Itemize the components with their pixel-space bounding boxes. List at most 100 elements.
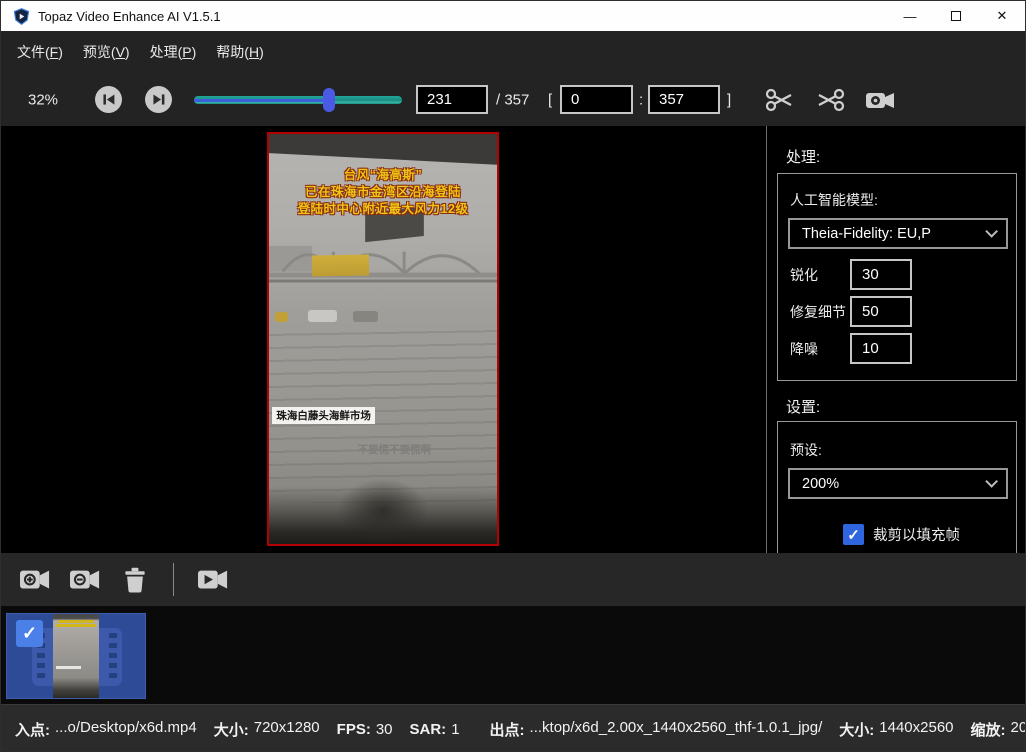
status-bar: 入点: ...o/Desktop/x6d.mp4 大小: 720x1280 FP… <box>1 704 1025 752</box>
status-fps-value: 30 <box>376 721 393 738</box>
denoise-input[interactable] <box>850 333 912 364</box>
total-frames-label: / 357 <box>496 91 529 108</box>
toolbar-divider <box>173 563 174 596</box>
status-out-point-value: ...ktop/x6d_2.00x_1440x2560_thf-1.0.1_jp… <box>530 719 823 740</box>
preset-label: 预设: <box>790 440 822 460</box>
video-thumbnail-selected[interactable]: ✓ <box>6 613 146 699</box>
status-output-size-label: 大小: <box>839 719 874 740</box>
menu-preview[interactable]: 预览(V) <box>81 38 132 66</box>
video-car <box>353 311 378 321</box>
remove-video-button[interactable] <box>69 565 101 595</box>
slider-handle[interactable] <box>323 88 335 112</box>
status-scale: 缩放: 200% <box>971 719 1026 740</box>
range-end-input[interactable] <box>648 85 720 114</box>
menu-help-mnemonic: H <box>249 44 259 60</box>
status-sar-value: 1 <box>451 721 459 738</box>
window-title: Topaz Video Enhance AI V1.5.1 <box>38 9 221 24</box>
video-yellow-sign <box>312 254 369 276</box>
video-location-caption: 珠海白藤头海鲜市场 <box>272 407 375 424</box>
thumb-caption-streak <box>56 666 81 669</box>
menu-file[interactable]: 文件(F) <box>15 38 65 66</box>
crop-to-fill-checkbox[interactable]: ✓ <box>843 524 864 545</box>
preset-dropdown[interactable]: 200% <box>788 468 1008 499</box>
title-bar: Topaz Video Enhance AI V1.5.1 — ✕ <box>1 1 1025 31</box>
sharpen-label: 锐化 <box>790 265 818 285</box>
skip-to-end-button[interactable] <box>145 86 172 113</box>
video-speech-caption: 不要慌不要慌啊 <box>269 442 497 457</box>
video-car <box>308 310 338 321</box>
status-input-size-value: 720x1280 <box>254 719 320 740</box>
crop-to-fill-row: ✓ 裁剪以填充帧 <box>843 524 960 545</box>
thumbnail-checkbox[interactable]: ✓ <box>16 620 43 647</box>
trim-right-button[interactable] <box>814 84 846 116</box>
status-sar: SAR: 1 <box>410 721 460 738</box>
menu-process[interactable]: 处理(P) <box>148 38 199 66</box>
zoom-percent-label: 32% <box>28 91 58 108</box>
status-in-point-value: ...o/Desktop/x6d.mp4 <box>55 719 197 740</box>
crop-to-fill-label: 裁剪以填充帧 <box>873 524 960 545</box>
add-video-button[interactable] <box>19 565 51 595</box>
scissors-left-icon <box>767 90 791 110</box>
preview-video-button[interactable] <box>864 84 896 116</box>
window-controls: — ✕ <box>887 1 1025 31</box>
maximize-icon <box>951 11 961 21</box>
menu-preview-suffix: ) <box>125 44 130 60</box>
ai-model-dropdown[interactable]: Theia-Fidelity: EU,P <box>788 218 1008 249</box>
menu-help-label: 帮助( <box>216 44 249 60</box>
status-output-size-value: 1440x2560 <box>879 719 953 740</box>
sharpen-input[interactable] <box>850 259 912 290</box>
menu-process-suffix: ) <box>192 44 197 60</box>
scissors-right-icon <box>819 90 843 110</box>
timeline-slider[interactable] <box>194 73 402 126</box>
range-close-bracket: ] <box>727 91 731 108</box>
menu-help-suffix: ) <box>259 44 264 60</box>
checkmark-icon: ✓ <box>22 623 37 644</box>
process-video-button[interactable] <box>197 565 229 595</box>
preset-value: 200% <box>802 476 839 492</box>
thumb-caption-streak <box>56 624 96 627</box>
menu-help[interactable]: 帮助(H) <box>214 38 265 66</box>
menu-file-label: 文件( <box>17 44 50 60</box>
range-start-input[interactable] <box>560 85 633 114</box>
range-open-bracket: [ <box>548 91 552 108</box>
close-button[interactable]: ✕ <box>979 1 1025 31</box>
minimize-button[interactable]: — <box>887 1 933 31</box>
status-sar-label: SAR: <box>410 721 447 738</box>
range-separator: : <box>639 91 643 108</box>
ai-model-label: 人工智能模型: <box>790 190 878 210</box>
current-frame-input[interactable] <box>416 85 488 114</box>
thumb-caption-streak <box>58 620 95 623</box>
playback-toolbar: 32% / 357 [ : ] <box>1 73 1025 126</box>
app-logo-icon <box>13 8 30 25</box>
video-headline-caption: 台风“海高斯” 已在珠海市金湾区沿海登陆 登陆时中心附近最大风力12级 <box>269 167 497 218</box>
chevron-down-icon <box>985 475 998 488</box>
maximize-button[interactable] <box>933 1 979 31</box>
skip-to-start-icon <box>95 86 122 113</box>
menu-process-mnemonic: P <box>182 44 191 60</box>
headline-line1: 台风“海高斯” <box>269 167 497 184</box>
video-dark-object <box>337 478 428 544</box>
headline-line2: 已在珠海市金湾区沿海登陆 <box>269 184 497 201</box>
delete-video-button[interactable] <box>121 565 149 595</box>
status-input-size-label: 大小: <box>214 719 249 740</box>
status-out-point-label: 出点: <box>490 719 525 740</box>
video-preview[interactable]: 台风“海高斯” 已在珠海市金湾区沿海登陆 登陆时中心附近最大风力12级 珠海白藤… <box>267 132 499 546</box>
camera-remove-icon <box>70 571 99 589</box>
status-out-point: 出点: ...ktop/x6d_2.00x_1440x2560_thf-1.0.… <box>490 719 823 740</box>
preset-group: 预设: 200% ✓ 裁剪以填充帧 <box>777 421 1017 553</box>
processing-header: 处理: <box>786 146 820 167</box>
headline-line3: 登陆时中心附近最大风力12级 <box>269 201 497 218</box>
chevron-down-icon <box>985 225 998 238</box>
restore-detail-row: 修复细节 <box>790 296 1004 327</box>
app-window: Topaz Video Enhance AI V1.5.1 — ✕ 文件(F) … <box>0 0 1026 752</box>
slider-progress <box>194 99 329 102</box>
video-thumbnail-strip: ✓ <box>1 606 1025 704</box>
restore-detail-input[interactable] <box>850 296 912 327</box>
video-bridge <box>269 232 497 289</box>
checkmark-icon: ✓ <box>847 526 860 544</box>
video-car <box>275 312 289 321</box>
skip-to-start-button[interactable] <box>95 86 122 113</box>
trim-left-button[interactable] <box>764 84 796 116</box>
settings-panel: 处理: 人工智能模型: Theia-Fidelity: EU,P 锐化 修复细节… <box>767 126 1025 553</box>
status-fps: FPS: 30 <box>337 721 393 738</box>
